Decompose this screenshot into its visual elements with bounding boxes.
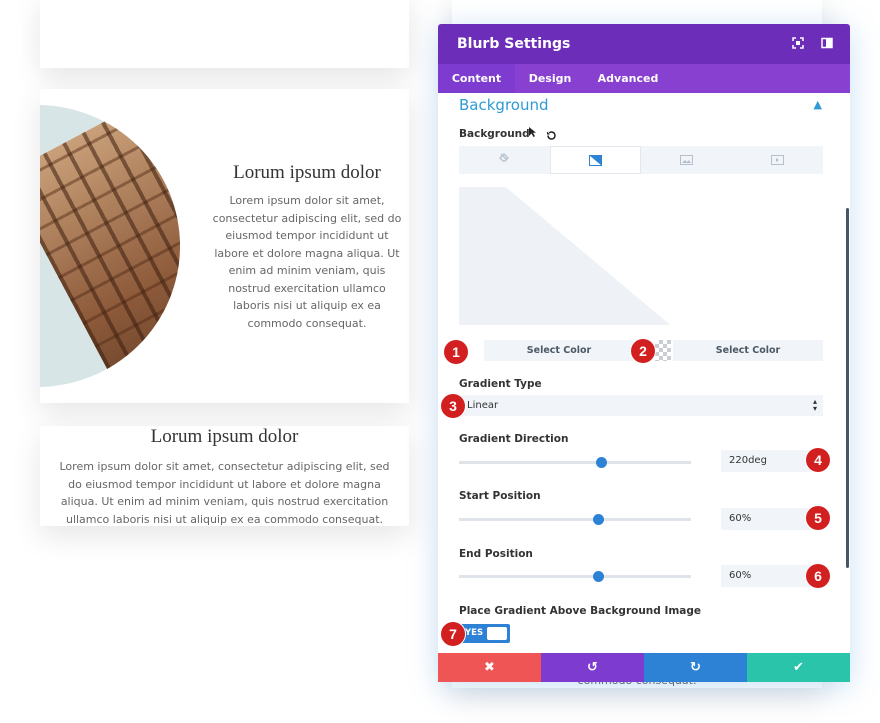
cursor-icon (528, 126, 537, 141)
gradient-type-value: Linear (467, 400, 499, 411)
annotation-marker-7: 7 (441, 622, 465, 646)
blurb-title: Lorum ipsum dolor (233, 162, 381, 183)
reset-icon[interactable] (546, 126, 557, 145)
building-image (40, 105, 180, 387)
start-position-label: Start Position (459, 490, 541, 502)
select-color-2-button[interactable]: Select Color (673, 340, 823, 361)
blurb-card-top (40, 0, 409, 68)
gradient-icon[interactable] (550, 146, 641, 174)
annotation-marker-6: 6 (806, 564, 830, 588)
select-arrows-icon: ▴ ▾ (812, 397, 817, 413)
panel-header: Blurb Settings (438, 24, 850, 64)
video-icon[interactable] (732, 146, 823, 174)
tab-advanced[interactable]: Advanced (585, 64, 671, 93)
gradient-direction-label: Gradient Direction (459, 433, 569, 445)
annotation-marker-2: 2 (631, 339, 655, 363)
gradient-type-label: Gradient Type (459, 378, 542, 390)
panel-scrollbar[interactable] (846, 208, 849, 568)
check-icon: ✔ (793, 660, 804, 675)
tab-design[interactable]: Design (515, 64, 585, 93)
end-position-label: End Position (459, 548, 533, 560)
image-icon[interactable] (641, 146, 732, 174)
blurb-text: Lorem ipsum dolor sit amet, consectetur … (59, 460, 390, 526)
panel-title: Blurb Settings (457, 36, 571, 52)
slider-handle[interactable] (593, 571, 605, 582)
save-button[interactable]: ✔ (747, 653, 850, 682)
background-type-selector (459, 146, 823, 174)
end-position-slider[interactable] (459, 571, 691, 582)
annotation-marker-5: 5 (806, 506, 830, 530)
gradient-direction-slider[interactable] (459, 457, 691, 468)
sidebar-toggle-icon[interactable] (820, 37, 834, 51)
redo-button[interactable]: ↻ (644, 653, 747, 682)
gradient-type-select[interactable]: Linear ▴ ▾ (459, 395, 823, 416)
transparent-color-swatch[interactable] (655, 340, 671, 361)
gradient-above-image-toggle[interactable]: YES (459, 624, 510, 643)
tab-content[interactable]: Content (438, 64, 515, 93)
redo-icon: ↻ (690, 660, 701, 675)
gradient-above-image-label: Place Gradient Above Background Image (459, 605, 702, 617)
chevron-up-icon[interactable]: ▲ (814, 98, 822, 111)
blurb-text: Lorem ipsum dolor sit amet, consectetur … (212, 194, 402, 330)
annotation-marker-4: 4 (806, 448, 830, 472)
blurb-card-text: Lorum ipsum dolor Lorem ipsum dolor sit … (40, 426, 409, 526)
undo-icon: ↺ (587, 660, 598, 675)
undo-button[interactable]: ↺ (541, 653, 644, 682)
gradient-preview (459, 187, 823, 325)
select-color-1-button[interactable]: Select Color (484, 340, 634, 361)
background-label: Background (459, 128, 530, 140)
cancel-button[interactable]: ✖ (438, 653, 541, 682)
panel-tabs: Content Design Advanced (438, 64, 850, 93)
blurb-title: Lorum ipsum dolor (150, 426, 299, 447)
expand-icon[interactable] (791, 37, 805, 51)
close-icon: ✖ (484, 660, 495, 675)
blurb-card-with-image: Lorum ipsum dolor Lorem ipsum dolor sit … (40, 89, 409, 403)
panel-footer: ✖ ↺ ↻ ✔ (438, 653, 850, 682)
toggle-knob (487, 627, 507, 640)
slider-handle[interactable] (593, 514, 605, 525)
no-background-icon[interactable] (459, 146, 549, 174)
annotation-marker-1: 1 (444, 340, 468, 364)
section-title[interactable]: Background (459, 96, 549, 114)
annotation-marker-3: 3 (441, 394, 465, 418)
slider-handle[interactable] (595, 457, 607, 468)
start-position-slider[interactable] (459, 514, 691, 525)
toggle-label: YES (465, 628, 484, 638)
panel-body: Background ▲ Background Select Color Sel… (438, 93, 850, 653)
